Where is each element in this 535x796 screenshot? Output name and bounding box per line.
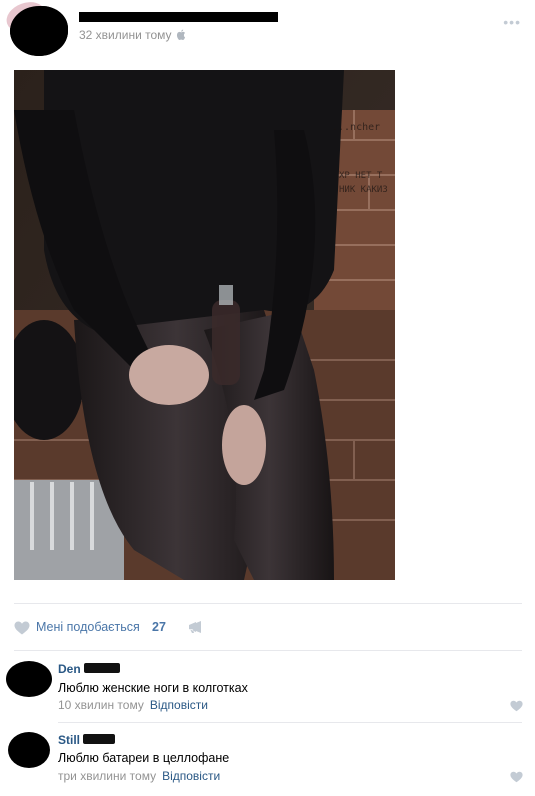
- author-avatar[interactable]: [10, 6, 68, 56]
- post-actions: Мені подобається 27: [14, 612, 522, 642]
- photo-illustration: ...ncher ХР НЕТ Т НИК КАКИЗ: [14, 70, 395, 580]
- comment-text: Люблю батареи в целлофане: [58, 751, 230, 765]
- author-name-redacted[interactable]: [79, 12, 278, 22]
- divider: [14, 650, 522, 651]
- comment-meta: три хвилини тому Відповісти: [58, 769, 220, 783]
- apple-icon: [176, 29, 185, 40]
- comment-time[interactable]: три хвилини тому: [58, 769, 156, 783]
- like-label[interactable]: Мені подобається: [36, 620, 140, 634]
- heart-icon[interactable]: [510, 700, 523, 712]
- svg-text:...ncher: ...ncher: [332, 122, 380, 133]
- like-count[interactable]: 27: [152, 620, 166, 634]
- reply-link[interactable]: Відповісти: [150, 698, 208, 712]
- comment-text: Люблю женские ноги в колготках: [58, 681, 248, 695]
- comment-author-surname-redacted: [84, 663, 120, 673]
- svg-text:ХР НЕТ Т: ХР НЕТ Т: [339, 171, 383, 181]
- comment-avatar[interactable]: [6, 661, 52, 697]
- post-time-text: 32 хвилини тому: [79, 28, 172, 42]
- comment-time[interactable]: 10 хвилин тому: [58, 698, 144, 712]
- svg-text:НИК КАКИЗ: НИК КАКИЗ: [339, 185, 388, 195]
- post-timestamp[interactable]: 32 хвилини тому: [79, 28, 186, 42]
- comment-author-surname-redacted: [83, 734, 115, 744]
- post-photo[interactable]: ...ncher ХР НЕТ Т НИК КАКИЗ: [14, 70, 395, 580]
- comment-avatar[interactable]: [8, 732, 50, 768]
- more-options-icon[interactable]: •••: [503, 14, 521, 30]
- comment-author-name[interactable]: Still: [58, 733, 80, 747]
- post-header: 32 хвилини тому •••: [0, 0, 535, 60]
- divider: [58, 722, 522, 723]
- comment-item: Still Люблю батареи в целлофане три хвил…: [0, 726, 535, 792]
- comment-meta: 10 хвилин тому Відповісти: [58, 698, 208, 712]
- comment-item: Den Люблю женские ноги в колготках 10 хв…: [0, 655, 535, 721]
- divider: [14, 603, 522, 604]
- reply-link[interactable]: Відповісти: [162, 769, 220, 783]
- comment-author-name[interactable]: Den: [58, 662, 81, 676]
- megaphone-icon[interactable]: [187, 619, 203, 635]
- heart-icon[interactable]: [510, 771, 523, 783]
- heart-icon[interactable]: [14, 621, 30, 635]
